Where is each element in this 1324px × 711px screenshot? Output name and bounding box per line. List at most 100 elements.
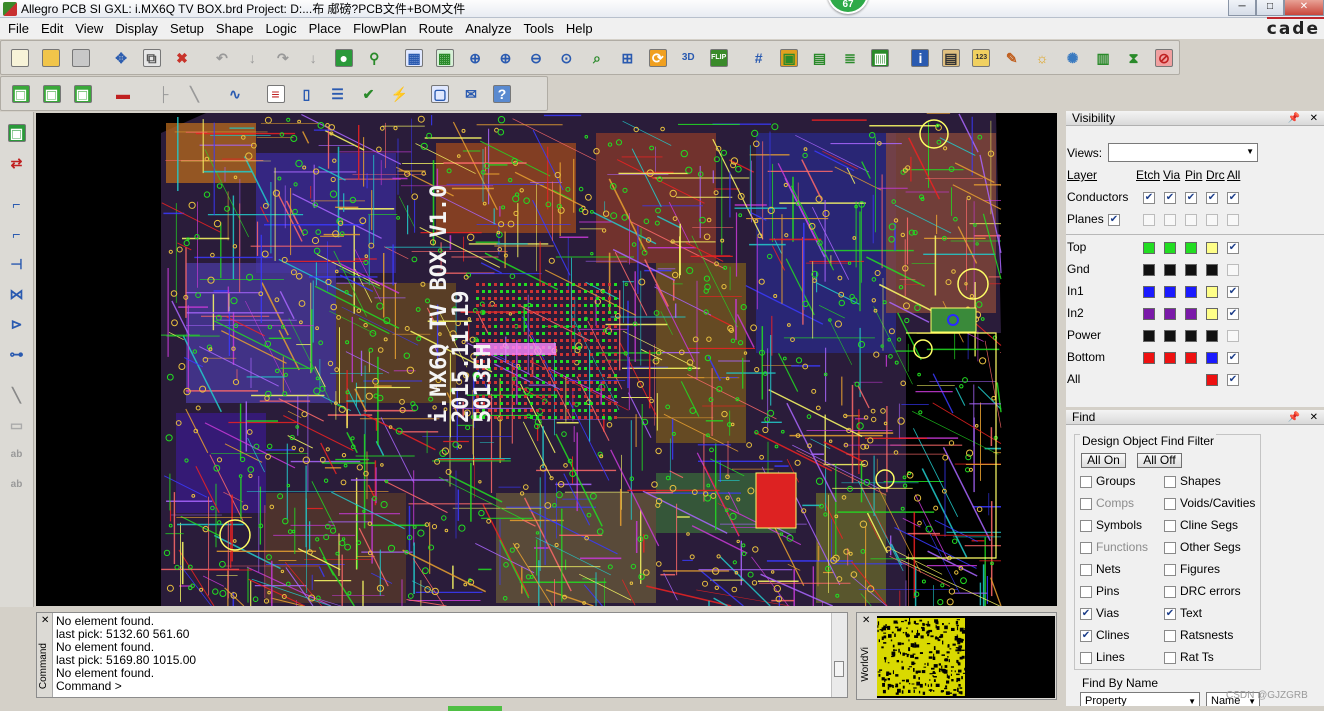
top-color-swatch[interactable] [1206, 242, 1218, 254]
menu-analyze[interactable]: Analyze [459, 18, 517, 39]
column-via[interactable]: Via [1163, 168, 1180, 182]
line-button[interactable]: ├ [153, 83, 175, 105]
top-color-swatch[interactable] [1143, 242, 1155, 254]
bottom-color-swatch[interactable] [1164, 352, 1176, 364]
wand-button[interactable]: ⚡ [389, 83, 411, 105]
shapes-checkbox[interactable] [1164, 476, 1176, 488]
other-segs-checkbox[interactable] [1164, 542, 1176, 554]
conductors-all-checkbox[interactable]: ✔ [1227, 192, 1239, 204]
bottom-color-swatch[interactable] [1206, 352, 1218, 364]
pins-checkbox[interactable] [1080, 586, 1092, 598]
power-all-checkbox[interactable] [1227, 330, 1239, 342]
chip-button[interactable]: ▥ [870, 47, 891, 69]
text-button[interactable]: ab [5, 443, 29, 467]
menu-file[interactable]: File [2, 18, 35, 39]
planes-pin-checkbox[interactable] [1185, 214, 1197, 226]
in2-color-swatch[interactable] [1185, 308, 1197, 320]
book-button[interactable]: ▯ [296, 83, 318, 105]
window-button[interactable]: ▢ [429, 83, 451, 105]
hourglass-button[interactable]: ⧗ [1123, 47, 1144, 69]
worldview-map[interactable] [877, 616, 1055, 698]
planes-drc-checkbox[interactable] [1206, 214, 1218, 226]
close-icon[interactable]: ✕ [1310, 410, 1318, 425]
text-checkbox[interactable]: ✔ [1164, 608, 1176, 620]
all-all-checkbox[interactable]: ✔ [1227, 374, 1239, 386]
in2-color-swatch[interactable] [1164, 308, 1176, 320]
zoom-in-button[interactable]: ⊕ [495, 47, 516, 69]
nets-checkbox[interactable] [1080, 564, 1092, 576]
command-console[interactable]: ✕ Command No element found. last pick: 51… [36, 612, 848, 698]
new-button[interactable] [10, 47, 31, 69]
in1-all-checkbox[interactable]: ✔ [1227, 286, 1239, 298]
bars-button[interactable]: ▥ [1092, 47, 1113, 69]
3d-button[interactable]: 3D [678, 47, 699, 69]
menu-shape[interactable]: Shape [210, 18, 260, 39]
save-button[interactable] [70, 47, 91, 69]
place-button[interactable]: ▣ [5, 121, 29, 145]
pin-icon[interactable]: 📌 [1288, 111, 1300, 126]
scroll-thumb[interactable] [834, 661, 844, 677]
redo-button[interactable]: ↷ [272, 47, 293, 69]
menu-route[interactable]: Route [413, 18, 460, 39]
undo-arrow-button[interactable]: ↓ [242, 47, 263, 69]
layer-green-3-button[interactable]: ▣ [72, 83, 94, 105]
layer-button[interactable]: ▤ [809, 47, 830, 69]
planes-via-checkbox[interactable] [1164, 214, 1176, 226]
gnd-all-checkbox[interactable] [1227, 264, 1239, 276]
cline-segs-checkbox[interactable] [1164, 520, 1176, 532]
spread-button[interactable]: ⋈ [5, 282, 29, 306]
functions-checkbox[interactable] [1080, 542, 1092, 554]
light-button[interactable]: ✺ [1062, 47, 1083, 69]
all-off-button[interactable]: All Off [1137, 453, 1182, 468]
console-scrollbar[interactable] [831, 613, 847, 697]
connect-button[interactable]: ⌐ [5, 192, 29, 216]
groups-checkbox[interactable] [1080, 476, 1092, 488]
conductors-drc-checkbox[interactable]: ✔ [1206, 192, 1218, 204]
menu-flowplan[interactable]: FlowPlan [347, 18, 412, 39]
notification-badge[interactable]: 67 [827, 0, 869, 14]
move-button[interactable]: ✥ [110, 47, 131, 69]
in1-color-swatch[interactable] [1206, 286, 1218, 298]
delay-tune-button[interactable]: ⊳ [5, 312, 29, 336]
in2-color-swatch[interactable] [1143, 308, 1155, 320]
close-window-button[interactable]: ✕ [1284, 0, 1324, 16]
figures-checkbox[interactable] [1164, 564, 1176, 576]
info-button[interactable]: i [910, 47, 931, 69]
rat-ts-checkbox[interactable] [1164, 652, 1176, 664]
menu-display[interactable]: Display [109, 18, 164, 39]
slide-button[interactable]: ⊣ [5, 252, 29, 276]
layer-green-2-button[interactable]: ▣ [41, 83, 63, 105]
comps-checkbox[interactable] [1080, 498, 1092, 510]
top-color-swatch[interactable] [1185, 242, 1197, 254]
copy-button[interactable]: ⧉ [141, 47, 162, 69]
delete-button[interactable]: ✖ [171, 47, 192, 69]
column-pin[interactable]: Pin [1185, 168, 1202, 182]
pcb-layout-graphic[interactable]: i.MX6Q TV BOX V1.02015.11.195013EH [36, 113, 1057, 606]
clines-checkbox[interactable]: ✔ [1080, 630, 1092, 642]
grid-button[interactable]: ▦ [403, 47, 424, 69]
phase-tune-button[interactable]: ⊶ [5, 342, 29, 366]
mail-button[interactable]: ✉ [460, 83, 482, 105]
close-worldview-icon[interactable]: ✕ [862, 615, 870, 626]
color-button[interactable]: ▣ [778, 47, 799, 69]
planes-etch-checkbox[interactable] [1143, 214, 1155, 226]
bend-button[interactable]: ⌐ [5, 222, 29, 246]
route-button[interactable]: ∿ [224, 83, 246, 105]
planes-all-checkbox[interactable] [1227, 214, 1239, 226]
brush-button[interactable]: ✎ [1001, 47, 1022, 69]
console-output[interactable]: No element found. last pick: 5132.60 561.… [56, 615, 196, 693]
power-color-swatch[interactable] [1206, 330, 1218, 342]
conductors-pin-checkbox[interactable]: ✔ [1185, 192, 1197, 204]
lines-checkbox[interactable] [1080, 652, 1092, 664]
zoom-box-button[interactable]: ⊕ [464, 47, 485, 69]
top-color-swatch[interactable] [1164, 242, 1176, 254]
all-on-button[interactable]: All On [1081, 453, 1126, 468]
close-icon[interactable]: ✕ [1310, 111, 1318, 126]
doc-button[interactable]: ≡ [265, 83, 287, 105]
close-console-icon[interactable]: ✕ [41, 615, 49, 626]
power-color-swatch[interactable] [1164, 330, 1176, 342]
open-button[interactable] [40, 47, 61, 69]
power-color-swatch[interactable] [1185, 330, 1197, 342]
column-etch[interactable]: Etch [1136, 168, 1160, 182]
zoom-world-button[interactable]: ⊙ [556, 47, 577, 69]
